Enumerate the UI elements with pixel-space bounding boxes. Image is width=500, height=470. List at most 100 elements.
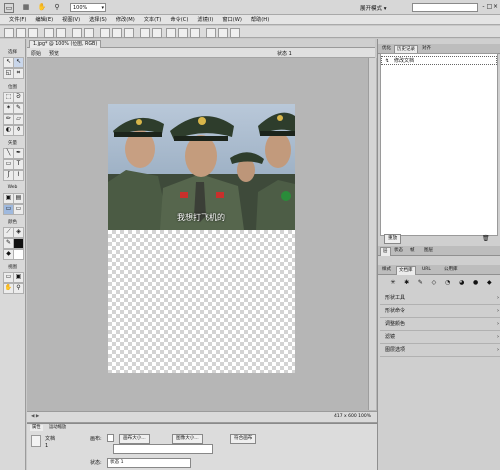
canvas-color-swatch[interactable] (107, 434, 114, 442)
open-icon[interactable] (16, 28, 26, 38)
tools-section-view: 视图 (8, 265, 17, 270)
subselect-tool-icon[interactable]: ↖ (13, 57, 24, 68)
motion-tab[interactable]: 运动缩放 (47, 425, 68, 431)
folder-icon[interactable]: ▭ (4, 3, 14, 13)
section-shape-tools[interactable]: 形状工具 › (380, 292, 500, 305)
tab-align[interactable]: 对齐 (420, 45, 433, 53)
zoom-value: 100% (73, 5, 88, 11)
cut-icon[interactable] (100, 28, 110, 38)
menu-commands[interactable]: 命令(C) (170, 16, 188, 23)
stamp-tool-icon[interactable]: ⚱ (13, 125, 24, 136)
star-icon[interactable]: ✱ (404, 279, 409, 289)
stroke-swatch[interactable] (13, 238, 24, 249)
menu-text[interactable]: 文本(T) (144, 16, 162, 23)
drop-alt-icon[interactable]: ◕ (459, 279, 464, 289)
lasso-tool-icon[interactable]: ᘐ (13, 92, 24, 103)
menu-filters[interactable]: 滤镜(I) (197, 16, 213, 23)
search-input[interactable] (412, 3, 478, 12)
bead-icon[interactable]: ● (473, 279, 478, 289)
eraser-tool-icon[interactable]: ▱ (13, 114, 24, 125)
menu-file[interactable]: 文件(F) (9, 16, 26, 23)
export-icon[interactable] (56, 28, 66, 38)
trash-icon[interactable]: 🗑 (482, 235, 490, 242)
menu-select[interactable]: 选择(S) (89, 16, 107, 23)
tab-states[interactable]: 状态 (392, 247, 405, 255)
text-tool-icon[interactable]: T (13, 159, 24, 170)
align-right-icon[interactable] (190, 28, 200, 38)
paint-bucket-icon[interactable]: ◈ (13, 227, 24, 238)
group-icon[interactable] (140, 28, 150, 38)
new-icon[interactable] (4, 28, 14, 38)
zoom-select[interactable]: 100% ▾ (70, 3, 106, 12)
show-slices-icon[interactable]: ▭ (13, 204, 24, 215)
tab-url[interactable]: URL (420, 266, 433, 274)
redo-icon[interactable] (84, 28, 94, 38)
vertical-scrollbar[interactable] (368, 58, 376, 410)
copy-icon[interactable] (112, 28, 122, 38)
fill-swatch[interactable] (13, 249, 24, 260)
section-label: 形状工具 (385, 295, 406, 301)
flip-icon[interactable] (230, 28, 240, 38)
brush-tool-icon[interactable]: ✎ (13, 103, 24, 114)
menu-edit[interactable]: 编辑(E) (35, 16, 53, 23)
tools-section-select: 选择 (8, 50, 17, 55)
import-icon[interactable] (44, 28, 54, 38)
tab-frames[interactable]: 帧 (408, 247, 417, 255)
document-state-label[interactable]: 状态 1 (277, 50, 292, 57)
menu-help[interactable]: 帮助(H) (251, 16, 269, 23)
menu-window[interactable]: 窗口(W) (222, 16, 242, 23)
workspace-switcher[interactable]: 展开模式 ▾ (360, 4, 387, 12)
paste-icon[interactable] (124, 28, 134, 38)
tab-optimize[interactable]: 优化 (380, 45, 393, 53)
rotate-ccw-icon[interactable] (206, 28, 216, 38)
fit-canvas-button[interactable]: 符合画布 (230, 434, 257, 444)
rotate-cw-icon[interactable] (218, 28, 228, 38)
ungroup-icon[interactable] (152, 28, 162, 38)
fill-icon[interactable]: ◇ (432, 279, 437, 289)
view-preview-tab[interactable]: 预览 (49, 50, 59, 57)
tab-doc-library[interactable]: 文档库 (396, 266, 416, 275)
full-screen-icon[interactable]: ▣ (13, 272, 24, 283)
sparkle-icon[interactable]: ✳ (390, 279, 395, 289)
save-icon[interactable] (28, 28, 38, 38)
menu-modify[interactable]: 修改(M) (116, 16, 135, 23)
pen-tool-icon[interactable]: ✒ (13, 148, 24, 159)
close-button[interactable]: × (492, 2, 499, 11)
edit-icon[interactable]: ✎ (418, 279, 423, 289)
drop-icon[interactable]: ◔ (445, 279, 450, 289)
canvas-option-select[interactable] (113, 444, 213, 454)
zoom-tool-icon[interactable]: ⚲ (13, 283, 24, 294)
image-size-button[interactable]: 图像大小... (172, 434, 203, 444)
assets-panel-tabs: 样式 文档库 URL 公用库 (378, 265, 500, 275)
section-adjust-color[interactable]: 调整颜色 › (380, 318, 500, 331)
menu-view[interactable]: 视图(V) (62, 16, 80, 23)
tab-common-library[interactable]: 公用库 (442, 266, 460, 274)
tools-section-colors: 颜色 (8, 220, 17, 225)
tab-layers[interactable]: 层 (380, 247, 391, 256)
section-shape-commands[interactable]: 形状命令 › (380, 305, 500, 318)
replay-button[interactable]: 重放 (384, 234, 402, 244)
tab-styles[interactable]: 样式 (380, 266, 393, 274)
crop-tool-icon[interactable]: ⌗ (13, 68, 24, 79)
history-item[interactable]: ↯ 修改文档 (381, 56, 497, 65)
grid-icon[interactable]: ▦ (22, 3, 30, 11)
state-select[interactable]: 状态 1 (107, 458, 191, 468)
hand-icon[interactable]: ✋ (38, 2, 47, 11)
align-center-icon[interactable] (178, 28, 188, 38)
section-layer-options[interactable]: 图层选项 › (380, 344, 500, 357)
undo-icon[interactable] (72, 28, 82, 38)
transparent-canvas-region (108, 230, 295, 373)
zoom-icon[interactable]: ⚲ (53, 2, 61, 11)
document-tab[interactable]: 1.jpg* @ 100% (位图, RGB) (29, 40, 102, 48)
frame-controls-icon[interactable]: ◀ ▶ (31, 414, 39, 419)
diamond-icon[interactable]: ◆ (487, 279, 492, 289)
slice-tool-icon[interactable]: ▤ (13, 193, 24, 204)
knife-tool-icon[interactable]: ⌇ (13, 170, 24, 181)
canvas-size-button[interactable]: 画布大小... (119, 434, 150, 444)
view-original-tab[interactable]: 原始 (31, 50, 41, 57)
section-filters[interactable]: 滤镜 › (380, 331, 500, 344)
tab-layer2[interactable]: 图层 (422, 247, 435, 255)
properties-tab[interactable]: 属性 (30, 425, 43, 431)
align-left-icon[interactable] (166, 28, 176, 38)
section-label: 调整颜色 (385, 321, 406, 327)
